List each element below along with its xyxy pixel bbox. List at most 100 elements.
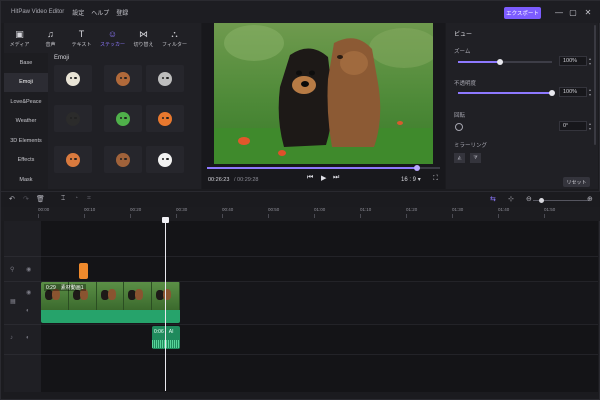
split-icon[interactable]: ⌶: [61, 195, 65, 203]
audio-clip[interactable]: 0:06 AI: [152, 326, 180, 349]
ruler-tick-label: 01:40: [498, 207, 510, 218]
eye-icon[interactable]: ◉: [26, 289, 31, 296]
category-love-peace[interactable]: Love&Peace: [4, 92, 48, 112]
next-frame-icon[interactable]: ⏭: [333, 174, 339, 182]
sticker-fox-face[interactable]: [146, 105, 184, 132]
sticker-clip[interactable]: [79, 263, 88, 279]
zoom-slider-handle[interactable]: [497, 59, 503, 65]
reset-button[interactable]: リセット: [563, 177, 590, 187]
music-note-icon: ♫: [47, 28, 54, 39]
menu-register[interactable]: 登録: [116, 8, 128, 17]
zoom-in-icon[interactable]: ⊕: [587, 195, 593, 203]
sticker-cat-face[interactable]: [54, 65, 92, 92]
tab-sticker[interactable]: ☺ ステッカー: [97, 23, 128, 53]
sticker-panda-face[interactable]: [146, 146, 184, 173]
category-3d-elements[interactable]: 3D Elements: [4, 131, 48, 151]
volume-icon[interactable]: ◐: [26, 335, 30, 341]
playhead-handle[interactable]: [162, 217, 169, 223]
mirror-horizontal-icon[interactable]: ◭: [454, 153, 465, 163]
ruler-tick-label: 00:50: [268, 207, 280, 218]
properties-scrollbar[interactable]: [594, 25, 596, 145]
video-clip[interactable]: 0:29 素材動画1: [41, 282, 180, 323]
crop-icon[interactable]: ⌗: [87, 195, 91, 203]
category-mask[interactable]: Mask: [4, 170, 48, 190]
category-weather[interactable]: Weather: [4, 112, 48, 132]
playback-progress-bar[interactable]: [207, 165, 440, 171]
ruler-tick-label: 01:10: [360, 207, 372, 218]
menu-help[interactable]: ヘルプ: [91, 8, 109, 17]
category-base[interactable]: Base: [4, 53, 48, 73]
tool-tabs: ▣ メディア ♫ 音声 T テキスト ☺ ステッカー ⋈ 切り替え ⛬ フィルタ…: [4, 23, 201, 53]
snap-icon[interactable]: ⇆: [490, 195, 496, 203]
close-icon[interactable]: ✕: [582, 6, 594, 18]
sticker-bear-face[interactable]: [104, 65, 142, 92]
ruler-tick-label: 00:20: [130, 207, 142, 218]
rotate-icon[interactable]: [455, 123, 463, 131]
sticker-library-panel: ▣ メディア ♫ 音声 T テキスト ☺ ステッカー ⋈ 切り替え ⛬ フィルタ…: [4, 23, 201, 189]
zoom-out-icon[interactable]: ⊖: [526, 195, 532, 203]
tab-media[interactable]: ▣ メディア: [4, 23, 35, 53]
tab-transition[interactable]: ⋈ 切り替え: [128, 23, 159, 53]
playback-progress-handle[interactable]: [414, 165, 420, 171]
playback-progress-fill: [207, 167, 417, 169]
undo-icon[interactable]: ↶: [9, 195, 15, 203]
video-preview[interactable]: [214, 23, 433, 164]
tab-label: 音声: [45, 41, 56, 48]
opacity-slider[interactable]: [458, 90, 555, 96]
previous-frame-icon[interactable]: ⏮: [307, 174, 313, 182]
menu-settings[interactable]: 設定: [72, 8, 84, 17]
maximize-icon[interactable]: ▢: [567, 6, 579, 18]
opacity-stepper-icon[interactable]: ▴ ▾: [589, 87, 593, 97]
sticker-frog-face[interactable]: [104, 105, 142, 132]
zoom-stepper-icon[interactable]: ▴ ▾: [589, 56, 593, 66]
track-lane-empty: [41, 221, 598, 257]
track-lane-audio: [41, 325, 598, 355]
text-icon: T: [78, 28, 85, 39]
fullscreen-icon[interactable]: ⛶: [433, 175, 438, 183]
video-frame-image: [214, 23, 433, 164]
playhead-line[interactable]: [165, 217, 166, 391]
opacity-slider-fill: [458, 92, 552, 94]
speed-icon[interactable]: ◔: [74, 195, 78, 202]
menu-bar: 設定 ヘルプ 登録: [72, 8, 128, 17]
minimize-icon[interactable]: —: [553, 6, 565, 18]
export-button[interactable]: エクスポート: [504, 7, 541, 19]
sticker-bear-face-2[interactable]: [104, 146, 142, 173]
opacity-slider-handle[interactable]: [549, 90, 555, 96]
eye-icon[interactable]: ◉: [26, 266, 31, 273]
timeline-zoom-handle[interactable]: [539, 198, 544, 203]
monkey-face-icon: [66, 152, 80, 167]
tab-text[interactable]: T テキスト: [66, 23, 97, 53]
video-clip-label: 0:29 素材動画1: [44, 284, 86, 291]
volume-icon[interactable]: ◐: [26, 308, 30, 314]
play-icon[interactable]: ▶: [321, 174, 326, 182]
music-note-icon: ♪: [10, 335, 13, 341]
category-effects[interactable]: Effects: [4, 151, 48, 171]
rotation-value-input[interactable]: 0°: [559, 121, 587, 131]
delete-icon[interactable]: 🗑: [36, 195, 45, 203]
mirror-vertical-icon[interactable]: ⧩: [470, 153, 481, 163]
filter-icon: ⛬: [171, 28, 178, 39]
video-track-icon: ▦: [10, 299, 16, 305]
aspect-ratio-select[interactable]: 16 : 9 ▾: [401, 176, 421, 183]
tab-audio[interactable]: ♫ 音声: [35, 23, 66, 53]
rotation-stepper-icon[interactable]: ▴ ▾: [589, 121, 593, 131]
ruler-tick-label: 00:00: [38, 207, 50, 218]
sticker-grid: Emoji: [50, 53, 201, 189]
cat-face-gray-icon: [158, 71, 172, 86]
opacity-value-input[interactable]: 100%: [559, 87, 587, 97]
sticker-monkey-face[interactable]: [54, 146, 92, 173]
zoom-slider[interactable]: [458, 59, 552, 65]
fit-timeline-icon[interactable]: ⊹: [508, 195, 514, 203]
sticker-icon: ☺: [107, 28, 118, 39]
sticker-penguin-face[interactable]: [54, 105, 92, 132]
lock-icon[interactable]: ⚲: [10, 266, 14, 273]
redo-icon[interactable]: ↷: [23, 195, 29, 203]
sticker-cat-face-gray[interactable]: [146, 65, 184, 92]
tab-filter[interactable]: ⛬ フィルター: [159, 23, 190, 53]
ruler-tick-label: 00:30: [176, 207, 188, 218]
category-emoji[interactable]: Emoji: [4, 72, 48, 92]
zoom-value-input[interactable]: 100%: [559, 56, 587, 66]
timeline-ruler[interactable]: 00:00 00:10 00:20 00:30 00:40 00:50 01:00 01:10…: [1, 207, 600, 221]
ruler-tick-label: 01:30: [452, 207, 464, 218]
